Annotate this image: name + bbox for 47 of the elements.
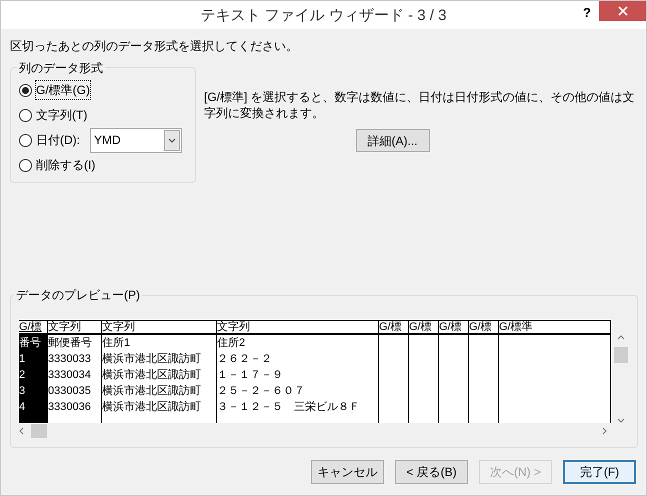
date-format-dropdown[interactable]: YMD (90, 128, 182, 152)
radio-button[interactable] (19, 84, 32, 96)
table-cell: 横浜市港北区諏訪町 (102, 399, 217, 415)
table-cell: 1 (19, 351, 48, 367)
table-cell: ２６２－２ (217, 351, 379, 367)
table-cell: 横浜市港北区諏訪町 (102, 367, 217, 383)
dialog-button[interactable]: 完了(F) (563, 460, 636, 484)
radio-button[interactable] (19, 134, 32, 146)
scrollbar-thumb[interactable] (31, 424, 47, 438)
table-cell: 2 (19, 367, 48, 383)
table-cell: 3 (19, 383, 48, 399)
table-cell: 0330035 (48, 383, 102, 399)
radio-label[interactable]: 削除する(I) (36, 156, 96, 174)
window-title: テキスト ファイル ウィザード - 3 / 3 (200, 6, 446, 26)
close-icon (618, 6, 628, 16)
table-cell: 郵便番号 (48, 335, 102, 351)
scroll-up-icon (617, 335, 625, 340)
table-cell: 住所2 (217, 335, 379, 351)
advanced-button[interactable]: 詳細(A)... (356, 129, 430, 152)
radio-label[interactable]: G/標準(G) (36, 81, 90, 99)
scroll-left-icon (19, 427, 24, 435)
preview-label: データのプレビュー(P) (14, 286, 142, 304)
radio-label[interactable]: 日付(D): (36, 131, 80, 149)
table-cell: １－１７－９ (217, 367, 379, 383)
dialog-button[interactable]: < 戻る(B) (395, 460, 468, 484)
radio-label[interactable]: 文字列(T) (36, 106, 88, 124)
description-text: [G/標準] を選択すると、数字は数値に、日付は日付形式の値に、その他の値は文字列に変換されます。 (204, 89, 636, 121)
group-label: 列のデータ形式 (17, 59, 105, 77)
table-cell: 横浜市港北区諏訪町 (102, 351, 217, 367)
table-cell: 番号 (19, 335, 48, 351)
help-button[interactable]: ? (583, 3, 591, 22)
scroll-down-icon (617, 418, 625, 423)
table-cell: 住所1 (102, 335, 217, 351)
table-cell: ３－１２－５ 三栄ビル８Ｆ (217, 399, 379, 415)
close-button[interactable] (599, 1, 646, 21)
scroll-right-icon (602, 427, 607, 435)
table-cell: 横浜市港北区諏訪町 (102, 383, 217, 399)
dialog-button[interactable]: キャンセル (311, 460, 384, 484)
radio-button[interactable] (19, 158, 32, 172)
instruction-text: 区切ったあとの列のデータ形式を選択してください。 (10, 38, 299, 55)
table-cell: 3330034 (48, 367, 102, 383)
table-cell: 3330033 (48, 351, 102, 367)
table-cell: 4 (19, 399, 48, 415)
radio-button[interactable] (19, 108, 32, 122)
table-cell: 3330036 (48, 399, 102, 415)
table-cell: ２５－２－６０７ (217, 383, 379, 399)
scrollbar-thumb[interactable] (614, 347, 628, 363)
